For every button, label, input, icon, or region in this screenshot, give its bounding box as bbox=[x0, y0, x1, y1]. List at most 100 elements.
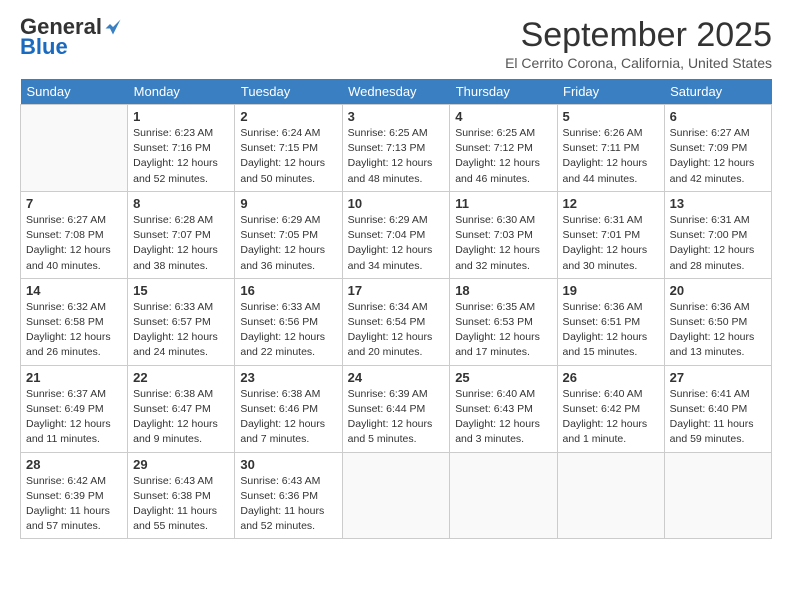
day-cell bbox=[664, 452, 771, 539]
day-number: 30 bbox=[240, 457, 336, 472]
day-info: Sunrise: 6:26 AMSunset: 7:11 PMDaylight:… bbox=[563, 126, 659, 187]
day-info: Sunrise: 6:38 AMSunset: 6:46 PMDaylight:… bbox=[240, 387, 336, 448]
day-info: Sunrise: 6:25 AMSunset: 7:12 PMDaylight:… bbox=[455, 126, 551, 187]
day-number: 28 bbox=[26, 457, 122, 472]
day-number: 2 bbox=[240, 109, 336, 124]
day-cell: 29Sunrise: 6:43 AMSunset: 6:38 PMDayligh… bbox=[128, 452, 235, 539]
day-cell: 23 Sunrise: 6:38 AMSunset: 6:46 PMDayligh… bbox=[235, 365, 342, 452]
day-number: 23 bbox=[240, 370, 336, 385]
day-number: 8 bbox=[133, 196, 229, 211]
day-cell: 21Sunrise: 6:37 AMSunset: 6:49 PMDayligh… bbox=[21, 365, 128, 452]
day-info: Sunrise: 6:36 AMSunset: 6:51 PMDaylight:… bbox=[563, 300, 659, 361]
day-info: Sunrise: 6:39 AMSunset: 6:44 PMDaylight:… bbox=[348, 387, 445, 448]
logo: General Blue bbox=[20, 16, 122, 60]
day-number: 27 bbox=[670, 370, 766, 385]
day-info: Sunrise: 6:29 AMSunset: 7:04 PMDaylight:… bbox=[348, 213, 445, 274]
day-info: Sunrise: 6:41 AMSunset: 6:40 PMDaylight:… bbox=[670, 387, 766, 448]
day-info: Sunrise: 6:30 AMSunset: 7:03 PMDaylight:… bbox=[455, 213, 551, 274]
day-number: 24 bbox=[348, 370, 445, 385]
day-number: 19 bbox=[563, 283, 659, 298]
day-info: Sunrise: 6:23 AMSunset: 7:16 PMDaylight:… bbox=[133, 126, 229, 187]
day-cell: 14 Sunrise: 6:32 AMSunset: 6:58 PMDayligh… bbox=[21, 278, 128, 365]
day-info: Sunrise: 6:43 AMSunset: 6:36 PMDaylight:… bbox=[240, 474, 336, 535]
day-number: 18 bbox=[455, 283, 551, 298]
day-cell: 22 Sunrise: 6:38 AMSunset: 6:47 PMDayligh… bbox=[128, 365, 235, 452]
day-info: Sunrise: 6:33 AMSunset: 6:57 PMDaylight:… bbox=[133, 300, 229, 361]
day-info: Sunrise: 6:31 AMSunset: 7:01 PMDaylight:… bbox=[563, 213, 659, 274]
day-cell: 8 Sunrise: 6:28 AMSunset: 7:07 PMDaylight… bbox=[128, 191, 235, 278]
header-thursday: Thursday bbox=[450, 79, 557, 105]
day-info: Sunrise: 6:35 AMSunset: 6:53 PMDaylight:… bbox=[455, 300, 551, 361]
day-info: Sunrise: 6:28 AMSunset: 7:07 PMDaylight:… bbox=[133, 213, 229, 274]
day-number: 4 bbox=[455, 109, 551, 124]
day-cell: 12 Sunrise: 6:31 AMSunset: 7:01 PMDayligh… bbox=[557, 191, 664, 278]
day-number: 20 bbox=[670, 283, 766, 298]
day-cell bbox=[21, 105, 128, 192]
day-info: Sunrise: 6:34 AMSunset: 6:54 PMDaylight:… bbox=[348, 300, 445, 361]
header-friday: Friday bbox=[557, 79, 664, 105]
day-cell bbox=[342, 452, 450, 539]
day-info: Sunrise: 6:37 AMSunset: 6:49 PMDaylight:… bbox=[26, 387, 122, 448]
day-cell: 5 Sunrise: 6:26 AMSunset: 7:11 PMDaylight… bbox=[557, 105, 664, 192]
header-wednesday: Wednesday bbox=[342, 79, 450, 105]
day-cell: 4 Sunrise: 6:25 AMSunset: 7:12 PMDaylight… bbox=[450, 105, 557, 192]
day-number: 14 bbox=[26, 283, 122, 298]
day-cell: 25Sunrise: 6:40 AMSunset: 6:43 PMDayligh… bbox=[450, 365, 557, 452]
day-number: 3 bbox=[348, 109, 445, 124]
week-row-4: 21Sunrise: 6:37 AMSunset: 6:49 PMDayligh… bbox=[21, 365, 772, 452]
day-cell: 13 Sunrise: 6:31 AMSunset: 7:00 PMDayligh… bbox=[664, 191, 771, 278]
header-sunday: Sunday bbox=[21, 79, 128, 105]
day-cell: 10 Sunrise: 6:29 AMSunset: 7:04 PMDayligh… bbox=[342, 191, 450, 278]
day-cell: 19 Sunrise: 6:36 AMSunset: 6:51 PMDayligh… bbox=[557, 278, 664, 365]
header-monday: Monday bbox=[128, 79, 235, 105]
day-cell: 20 Sunrise: 6:36 AMSunset: 6:50 PMDayligh… bbox=[664, 278, 771, 365]
day-cell: 6 Sunrise: 6:27 AMSunset: 7:09 PMDaylight… bbox=[664, 105, 771, 192]
day-cell: 24 Sunrise: 6:39 AMSunset: 6:44 PMDayligh… bbox=[342, 365, 450, 452]
location: El Cerrito Corona, California, United St… bbox=[505, 55, 772, 71]
day-number: 13 bbox=[670, 196, 766, 211]
day-cell: 27 Sunrise: 6:41 AMSunset: 6:40 PMDayligh… bbox=[664, 365, 771, 452]
day-number: 22 bbox=[133, 370, 229, 385]
logo-blue-text: Blue bbox=[20, 34, 68, 60]
day-cell: 9Sunrise: 6:29 AMSunset: 7:05 PMDaylight… bbox=[235, 191, 342, 278]
day-cell: 16 Sunrise: 6:33 AMSunset: 6:56 PMDayligh… bbox=[235, 278, 342, 365]
day-number: 6 bbox=[670, 109, 766, 124]
day-info: Sunrise: 6:36 AMSunset: 6:50 PMDaylight:… bbox=[670, 300, 766, 361]
day-info: Sunrise: 6:25 AMSunset: 7:13 PMDaylight:… bbox=[348, 126, 445, 187]
day-number: 15 bbox=[133, 283, 229, 298]
week-row-1: 1Sunrise: 6:23 AMSunset: 7:16 PMDaylight… bbox=[21, 105, 772, 192]
day-cell: 30 Sunrise: 6:43 AMSunset: 6:36 PMDayligh… bbox=[235, 452, 342, 539]
header-tuesday: Tuesday bbox=[235, 79, 342, 105]
calendar-table: SundayMondayTuesdayWednesdayThursdayFrid… bbox=[20, 79, 772, 539]
day-number: 16 bbox=[240, 283, 336, 298]
day-number: 26 bbox=[563, 370, 659, 385]
day-info: Sunrise: 6:32 AMSunset: 6:58 PMDaylight:… bbox=[26, 300, 122, 361]
day-info: Sunrise: 6:27 AMSunset: 7:08 PMDaylight:… bbox=[26, 213, 122, 274]
day-number: 10 bbox=[348, 196, 445, 211]
day-info: Sunrise: 6:40 AMSunset: 6:43 PMDaylight:… bbox=[455, 387, 551, 448]
day-info: Sunrise: 6:31 AMSunset: 7:00 PMDaylight:… bbox=[670, 213, 766, 274]
title-area: September 2025 El Cerrito Corona, Califo… bbox=[505, 16, 772, 71]
day-cell: 17 Sunrise: 6:34 AMSunset: 6:54 PMDayligh… bbox=[342, 278, 450, 365]
day-cell: 28 Sunrise: 6:42 AMSunset: 6:39 PMDayligh… bbox=[21, 452, 128, 539]
header: General Blue September 2025 El Cerrito C… bbox=[20, 16, 772, 71]
day-number: 5 bbox=[563, 109, 659, 124]
day-info: Sunrise: 6:33 AMSunset: 6:56 PMDaylight:… bbox=[240, 300, 336, 361]
week-row-5: 28 Sunrise: 6:42 AMSunset: 6:39 PMDayligh… bbox=[21, 452, 772, 539]
day-info: Sunrise: 6:27 AMSunset: 7:09 PMDaylight:… bbox=[670, 126, 766, 187]
day-number: 12 bbox=[563, 196, 659, 211]
day-cell: 1Sunrise: 6:23 AMSunset: 7:16 PMDaylight… bbox=[128, 105, 235, 192]
day-info: Sunrise: 6:43 AMSunset: 6:38 PMDaylight:… bbox=[133, 474, 229, 535]
week-row-2: 7Sunrise: 6:27 AMSunset: 7:08 PMDaylight… bbox=[21, 191, 772, 278]
day-info: Sunrise: 6:38 AMSunset: 6:47 PMDaylight:… bbox=[133, 387, 229, 448]
day-cell bbox=[557, 452, 664, 539]
month-title: September 2025 bbox=[505, 16, 772, 55]
day-cell: 26Sunrise: 6:40 AMSunset: 6:42 PMDayligh… bbox=[557, 365, 664, 452]
page: General Blue September 2025 El Cerrito C… bbox=[0, 0, 792, 549]
day-cell: 7Sunrise: 6:27 AMSunset: 7:08 PMDaylight… bbox=[21, 191, 128, 278]
day-info: Sunrise: 6:42 AMSunset: 6:39 PMDaylight:… bbox=[26, 474, 122, 535]
day-number: 17 bbox=[348, 283, 445, 298]
day-number: 11 bbox=[455, 196, 551, 211]
day-info: Sunrise: 6:24 AMSunset: 7:15 PMDaylight:… bbox=[240, 126, 336, 187]
day-number: 9 bbox=[240, 196, 336, 211]
